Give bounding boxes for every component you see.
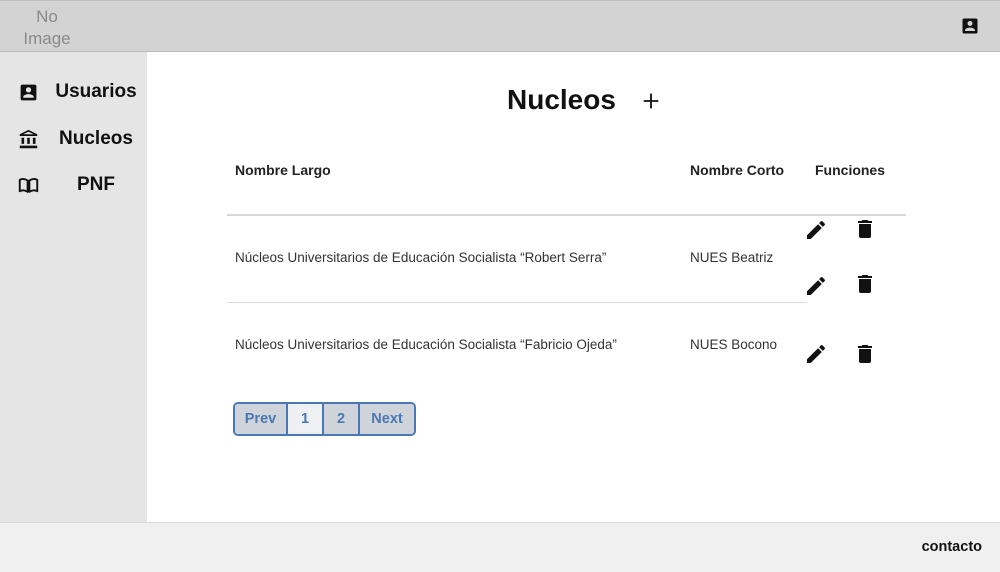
sidebar-item-usuarios[interactable]: Usuarios	[0, 74, 147, 110]
sidebar-item-label: Usuarios	[55, 81, 137, 102]
add-nucleo-button[interactable]	[640, 90, 662, 112]
account-box-icon	[962, 18, 978, 34]
delete-icon	[858, 275, 872, 293]
top-bar: No Image	[0, 0, 1000, 52]
account-button[interactable]	[960, 16, 980, 36]
edit-icon	[807, 220, 825, 239]
sidebar-item-pnf[interactable]: PNF	[0, 167, 147, 203]
delete-icon	[858, 345, 872, 363]
edit-icon	[807, 276, 825, 295]
delete-icon	[858, 220, 872, 238]
edit-button[interactable]	[804, 274, 828, 298]
bank-icon	[18, 129, 39, 150]
table-cell-nombre-corto: NUES Beatriz	[690, 250, 774, 265]
pagination: Prev 1 2 Next	[233, 402, 416, 436]
account-box-icon	[18, 82, 39, 103]
sidebar: Usuarios Nucleos PNF	[0, 52, 147, 522]
table-header-divider	[227, 214, 906, 216]
page-title: Nucleos	[507, 84, 616, 115]
table-cell-nombre-largo: Núcleos Universitarios de Educación Soci…	[235, 250, 607, 265]
pagination-next-button[interactable]: Next	[360, 404, 414, 434]
edit-icon	[807, 344, 825, 363]
table-cell-nombre-largo: Núcleos Universitarios de Educación Soci…	[235, 337, 617, 352]
book-open-icon	[18, 175, 39, 196]
edit-button[interactable]	[804, 342, 828, 366]
pagination-page-2[interactable]: 2	[324, 404, 360, 434]
logo-placeholder: No Image	[23, 7, 71, 48]
delete-button[interactable]	[853, 342, 877, 366]
sidebar-item-label: Nucleos	[59, 128, 133, 149]
edit-button[interactable]	[804, 218, 828, 242]
column-header-nombre-corto: Nombre Corto	[690, 162, 785, 178]
pagination-page-1[interactable]: 1	[288, 404, 324, 434]
plus-icon	[643, 93, 659, 109]
main-content: Nucleos Nombre Largo Nombre Corto Funcio…	[147, 52, 1000, 522]
contact-link[interactable]: contacto	[922, 539, 982, 555]
sidebar-item-nucleos[interactable]: Nucleos	[0, 121, 147, 157]
column-header-funciones: Funciones	[815, 162, 886, 178]
sidebar-item-label: PNF	[77, 174, 115, 195]
footer: contacto	[0, 522, 1000, 572]
delete-button[interactable]	[853, 272, 877, 296]
column-header-nombre-largo: Nombre Largo	[235, 162, 331, 178]
table-cell-nombre-corto: NUES Bocono	[690, 337, 778, 352]
table-row-divider	[227, 302, 807, 303]
delete-button[interactable]	[853, 217, 877, 241]
pagination-prev-button[interactable]: Prev	[235, 404, 288, 434]
